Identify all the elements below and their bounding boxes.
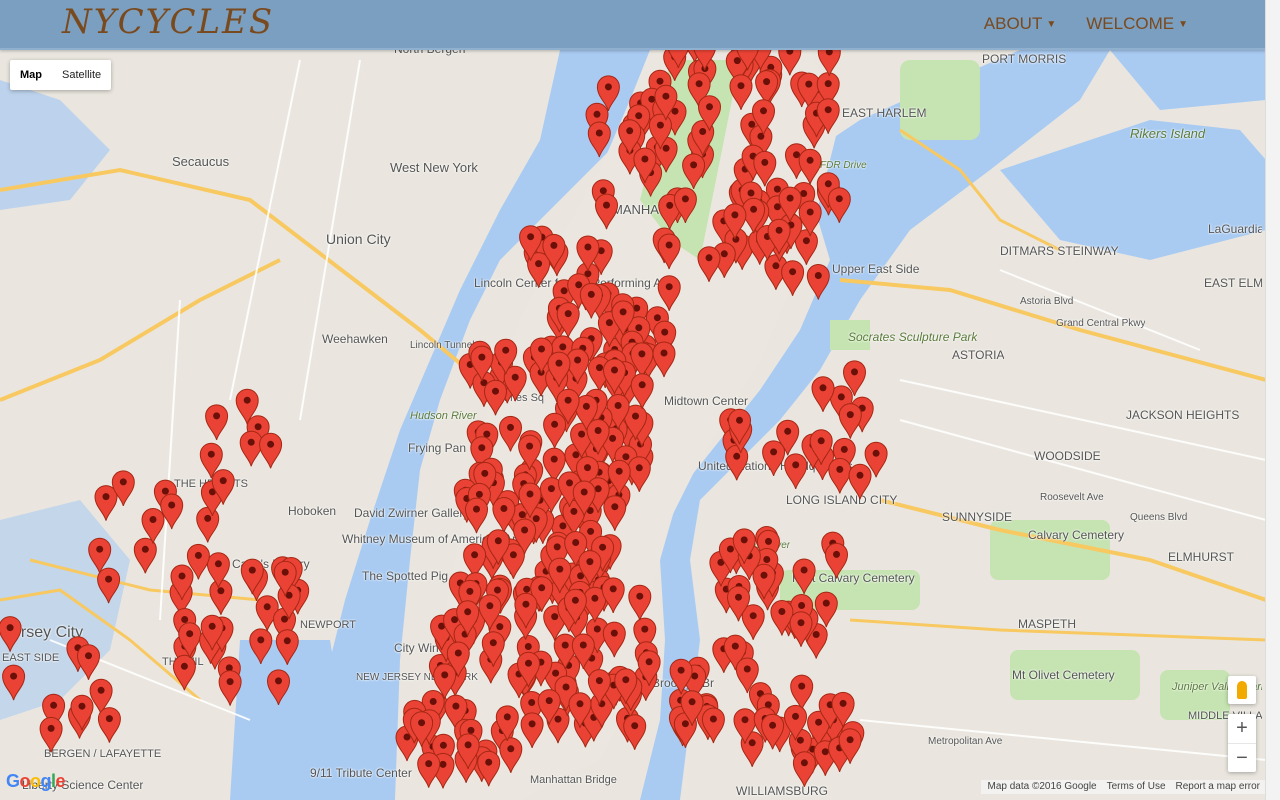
- bike-station-marker-icon[interactable]: [828, 457, 852, 494]
- zoom-in-button[interactable]: +: [1228, 714, 1256, 743]
- bike-station-marker-icon[interactable]: [520, 712, 544, 749]
- bike-station-marker-icon[interactable]: [483, 379, 508, 416]
- bike-station-marker-icon[interactable]: [97, 567, 121, 604]
- google-logo: Google: [6, 771, 66, 791]
- bike-station-marker-icon[interactable]: [543, 412, 567, 449]
- bike-station-marker-icon[interactable]: [209, 579, 233, 615]
- bike-station-marker-icon[interactable]: [259, 432, 283, 469]
- nav-menu: ABOUT ▼ WELCOME ▼: [984, 14, 1188, 34]
- caret-down-icon: ▼: [1178, 19, 1188, 30]
- bike-station-marker-icon[interactable]: [630, 373, 654, 409]
- map-canvas[interactable]: North BergenPORT MORRISEAST HARLEMRikers…: [0, 50, 1266, 800]
- bike-station-marker-icon[interactable]: [0, 616, 22, 652]
- bike-station-marker-icon[interactable]: [603, 495, 627, 531]
- zoom-control: + −: [1228, 714, 1256, 772]
- terms-of-use-link[interactable]: Terms of Use: [1107, 780, 1166, 794]
- bike-station-marker-icon[interactable]: [76, 644, 101, 680]
- map-type-satellite-button[interactable]: Satellite: [52, 60, 111, 90]
- caret-down-icon: ▼: [1046, 19, 1057, 30]
- bike-station-marker-icon[interactable]: [499, 737, 523, 773]
- street-view-pegman-icon[interactable]: [1228, 676, 1256, 704]
- bike-station-marker-icon[interactable]: [811, 376, 835, 412]
- bike-station-marker-icon[interactable]: [778, 50, 802, 76]
- bike-station-markers[interactable]: [0, 50, 1266, 800]
- bike-station-marker-icon[interactable]: [2, 664, 26, 701]
- bike-station-marker-icon[interactable]: [172, 654, 196, 691]
- bike-station-marker-icon[interactable]: [838, 403, 862, 439]
- bike-station-marker-icon[interactable]: [682, 153, 706, 190]
- bike-station-marker-icon[interactable]: [628, 584, 652, 621]
- bike-station-marker-icon[interactable]: [97, 707, 121, 743]
- bike-station-marker-icon[interactable]: [762, 440, 786, 477]
- report-map-error-link[interactable]: Report a map error: [1176, 780, 1260, 794]
- map-type-control: Map Satellite: [10, 60, 112, 90]
- bike-station-marker-icon[interactable]: [814, 591, 838, 628]
- bike-station-marker-icon[interactable]: [725, 444, 749, 481]
- bike-station-marker-icon[interactable]: [196, 506, 220, 543]
- bike-station-marker-icon[interactable]: [652, 341, 676, 378]
- bike-station-marker-icon[interactable]: [848, 463, 872, 500]
- bike-station-marker-icon[interactable]: [627, 456, 651, 492]
- bike-station-marker-icon[interactable]: [275, 629, 299, 665]
- brand-logo[interactable]: NYCYCLES: [62, 2, 274, 42]
- bike-station-marker-icon[interactable]: [417, 752, 441, 788]
- bike-station-marker-icon[interactable]: [792, 751, 816, 787]
- bike-station-marker-icon[interactable]: [205, 404, 229, 441]
- bike-station-marker-icon[interactable]: [587, 121, 611, 158]
- bike-station-marker-icon[interactable]: [249, 628, 273, 665]
- map-attribution: Map data ©2016 Google Terms of Use Repor…: [981, 780, 1266, 794]
- bike-station-marker-icon[interactable]: [160, 493, 184, 530]
- page-scrollbar[interactable]: [1265, 0, 1280, 800]
- bike-station-marker-icon[interactable]: [602, 621, 626, 658]
- bike-station-marker-icon[interactable]: [623, 714, 647, 750]
- bike-station-marker-icon[interactable]: [741, 604, 765, 640]
- bike-station-marker-icon[interactable]: [701, 707, 725, 744]
- bike-station-marker-icon[interactable]: [594, 193, 619, 230]
- bike-station-marker-icon[interactable]: [94, 485, 118, 521]
- about-label: ABOUT: [983, 14, 1043, 33]
- bike-station-marker-icon[interactable]: [781, 260, 805, 296]
- bike-station-marker-icon[interactable]: [657, 233, 681, 270]
- bike-station-marker-icon[interactable]: [792, 558, 816, 595]
- top-navbar: NYCYCLES ABOUT ▼ WELCOME ▼: [0, 0, 1266, 50]
- map-data-credit: Map data ©2016 Google: [987, 781, 1097, 792]
- bike-station-marker-icon[interactable]: [824, 542, 849, 579]
- bike-station-marker-icon[interactable]: [39, 716, 63, 753]
- bike-station-marker-icon[interactable]: [817, 50, 841, 77]
- welcome-dropdown[interactable]: WELCOME ▼: [1086, 14, 1188, 34]
- bike-station-marker-icon[interactable]: [218, 670, 242, 706]
- welcome-label: WELCOME: [1086, 14, 1175, 33]
- bike-station-marker-icon[interactable]: [784, 453, 808, 490]
- bike-station-marker-icon[interactable]: [827, 187, 851, 223]
- about-dropdown[interactable]: ABOUT ▼: [984, 14, 1056, 34]
- bike-station-marker-icon[interactable]: [464, 497, 489, 534]
- bike-station-marker-icon[interactable]: [657, 275, 681, 311]
- bike-station-marker-icon[interactable]: [697, 246, 721, 282]
- map-type-map-button[interactable]: Map: [10, 60, 52, 90]
- bike-station-marker-icon[interactable]: [266, 669, 291, 706]
- bike-station-marker-icon[interactable]: [806, 264, 830, 300]
- bike-station-marker-icon[interactable]: [790, 674, 814, 711]
- bike-station-marker-icon[interactable]: [729, 74, 753, 110]
- zoom-out-button[interactable]: −: [1228, 743, 1256, 773]
- bike-station-marker-icon[interactable]: [239, 430, 263, 467]
